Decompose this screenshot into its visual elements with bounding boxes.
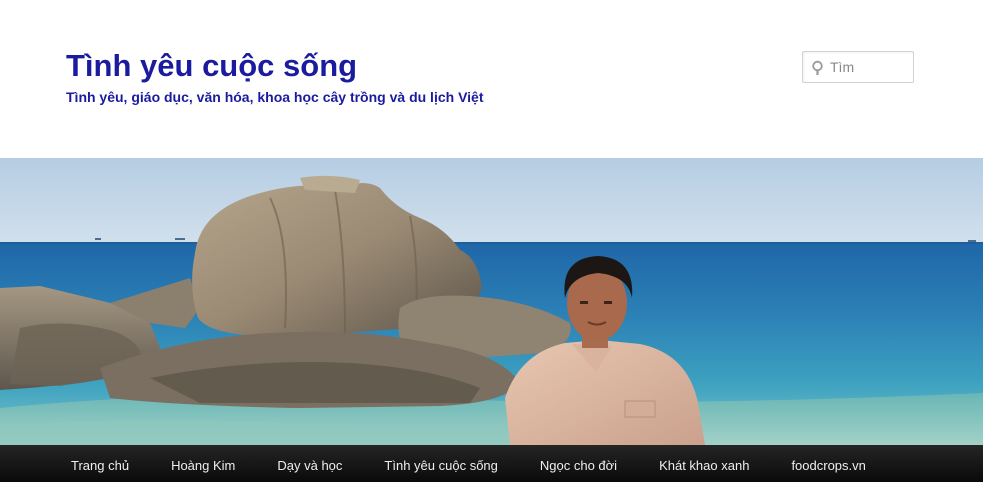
search-icon[interactable] — [811, 60, 826, 75]
nav-item: Khát khao xanh — [638, 445, 770, 482]
nav-item: Hoàng Kim — [150, 445, 256, 482]
nav-item: foodcrops.vn — [770, 445, 886, 482]
banner-photo — [0, 158, 983, 445]
header-banner-image — [0, 158, 983, 445]
nav-link-foodcrops[interactable]: foodcrops.vn — [770, 445, 886, 482]
nav-link-trang-chu[interactable]: Trang chủ — [50, 445, 150, 482]
site-description: Tình yêu, giáo dục, văn hóa, khoa học câ… — [66, 89, 484, 105]
nav-item: Dạy và học — [256, 445, 363, 482]
nav-link-tinh-yeu-cuoc-song[interactable]: Tình yêu cuộc sống — [363, 445, 518, 482]
nav-link-hoang-kim[interactable]: Hoàng Kim — [150, 445, 256, 482]
nav-link-khat-khao-xanh[interactable]: Khát khao xanh — [638, 445, 770, 482]
nav-item: Trang chủ — [50, 445, 150, 482]
search-input[interactable] — [830, 52, 910, 82]
nav-item: Ngọc cho đời — [519, 445, 638, 482]
nav-link-day-va-hoc[interactable]: Dạy và học — [256, 445, 363, 482]
page: Tình yêu cuộc sống Tình yêu, giáo dục, v… — [0, 0, 983, 482]
site-title[interactable]: Tình yêu cuộc sống — [66, 47, 357, 85]
main-navigation: Trang chủ Hoàng Kim Dạy và học Tình yêu … — [0, 445, 983, 482]
nav-link-ngoc-cho-doi[interactable]: Ngọc cho đời — [519, 445, 638, 482]
search-form — [802, 51, 914, 83]
nav-menu: Trang chủ Hoàng Kim Dạy và học Tình yêu … — [0, 445, 983, 482]
site-header: Tình yêu cuộc sống Tình yêu, giáo dục, v… — [0, 0, 983, 158]
nav-item: Tình yêu cuộc sống — [363, 445, 518, 482]
